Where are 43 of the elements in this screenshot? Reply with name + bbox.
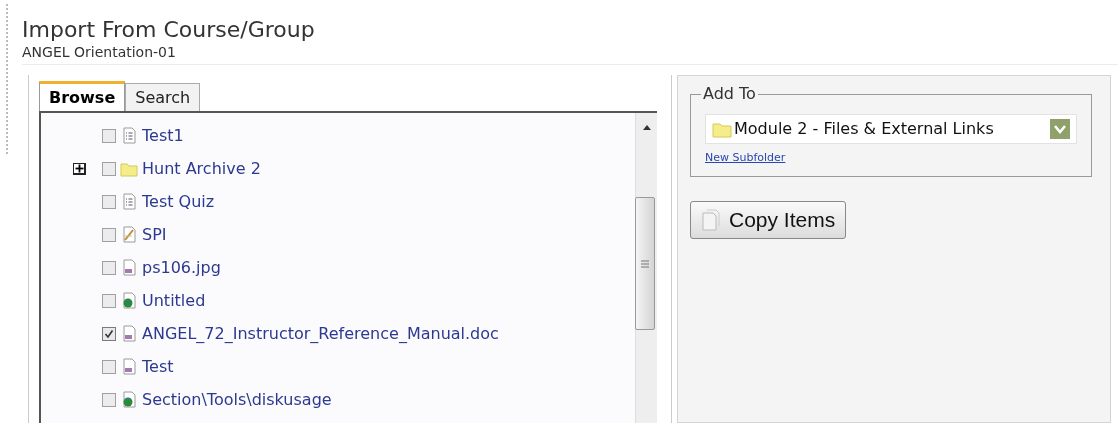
list-document-icon	[121, 127, 137, 144]
page-title: Import From Course/Group	[22, 16, 315, 44]
tree-item[interactable]: Test	[142, 354, 174, 379]
folder-icon	[712, 120, 732, 138]
checkbox[interactable]	[102, 326, 116, 341]
checkbox[interactable]	[102, 194, 116, 209]
globe-document-icon	[121, 292, 137, 309]
destination-dropdown[interactable]: Module 2 - Files & External Links	[705, 114, 1077, 144]
list-document-icon	[121, 193, 137, 210]
tree-item[interactable]: Untitled	[142, 288, 206, 313]
copy-icon	[701, 209, 721, 231]
tree-item[interactable]: ANGEL_72_Instructor_Reference_Manual.doc	[142, 321, 499, 346]
copy-items-button[interactable]: Copy Items	[690, 201, 847, 239]
tree-item[interactable]: ps106.jpg	[142, 255, 221, 280]
checkbox[interactable]	[102, 359, 116, 374]
checkbox[interactable]	[102, 227, 116, 242]
tree-item[interactable]: Test1	[142, 123, 184, 148]
scroll-up-icon[interactable]	[643, 125, 651, 130]
document-icon	[121, 358, 137, 375]
scrollbar[interactable]	[635, 113, 657, 423]
fieldset-legend: Add To	[701, 82, 758, 106]
document-icon	[121, 259, 137, 276]
course-name: ANGEL Orientation-01	[22, 44, 176, 60]
tree-item[interactable]: Test Quiz	[142, 189, 215, 214]
scrollbar-thumb[interactable]	[635, 197, 655, 330]
tab[interactable]: Search	[125, 83, 201, 111]
tree-item[interactable]: Section\Tools\diskusage	[142, 387, 332, 412]
tree-item[interactable]: SPI	[142, 222, 167, 247]
checkbox[interactable]	[102, 260, 116, 275]
checkbox[interactable]	[102, 392, 116, 407]
tree-item[interactable]: Hunt Archive 2	[142, 156, 261, 181]
checkmark-icon	[104, 328, 114, 339]
pencil-document-icon	[121, 226, 137, 243]
checkbox[interactable]	[102, 293, 116, 308]
globe-document-icon	[121, 391, 137, 408]
folder-icon	[120, 160, 138, 177]
checkbox[interactable]	[102, 161, 116, 176]
expand-icon[interactable]	[73, 162, 86, 175]
destination-value: Module 2 - Files & External Links	[734, 118, 995, 140]
checkbox[interactable]	[102, 128, 116, 143]
tab[interactable]: Browse	[39, 81, 126, 111]
new-subfolder-link[interactable]: New Subfolder	[705, 151, 786, 164]
document-icon	[121, 325, 137, 342]
